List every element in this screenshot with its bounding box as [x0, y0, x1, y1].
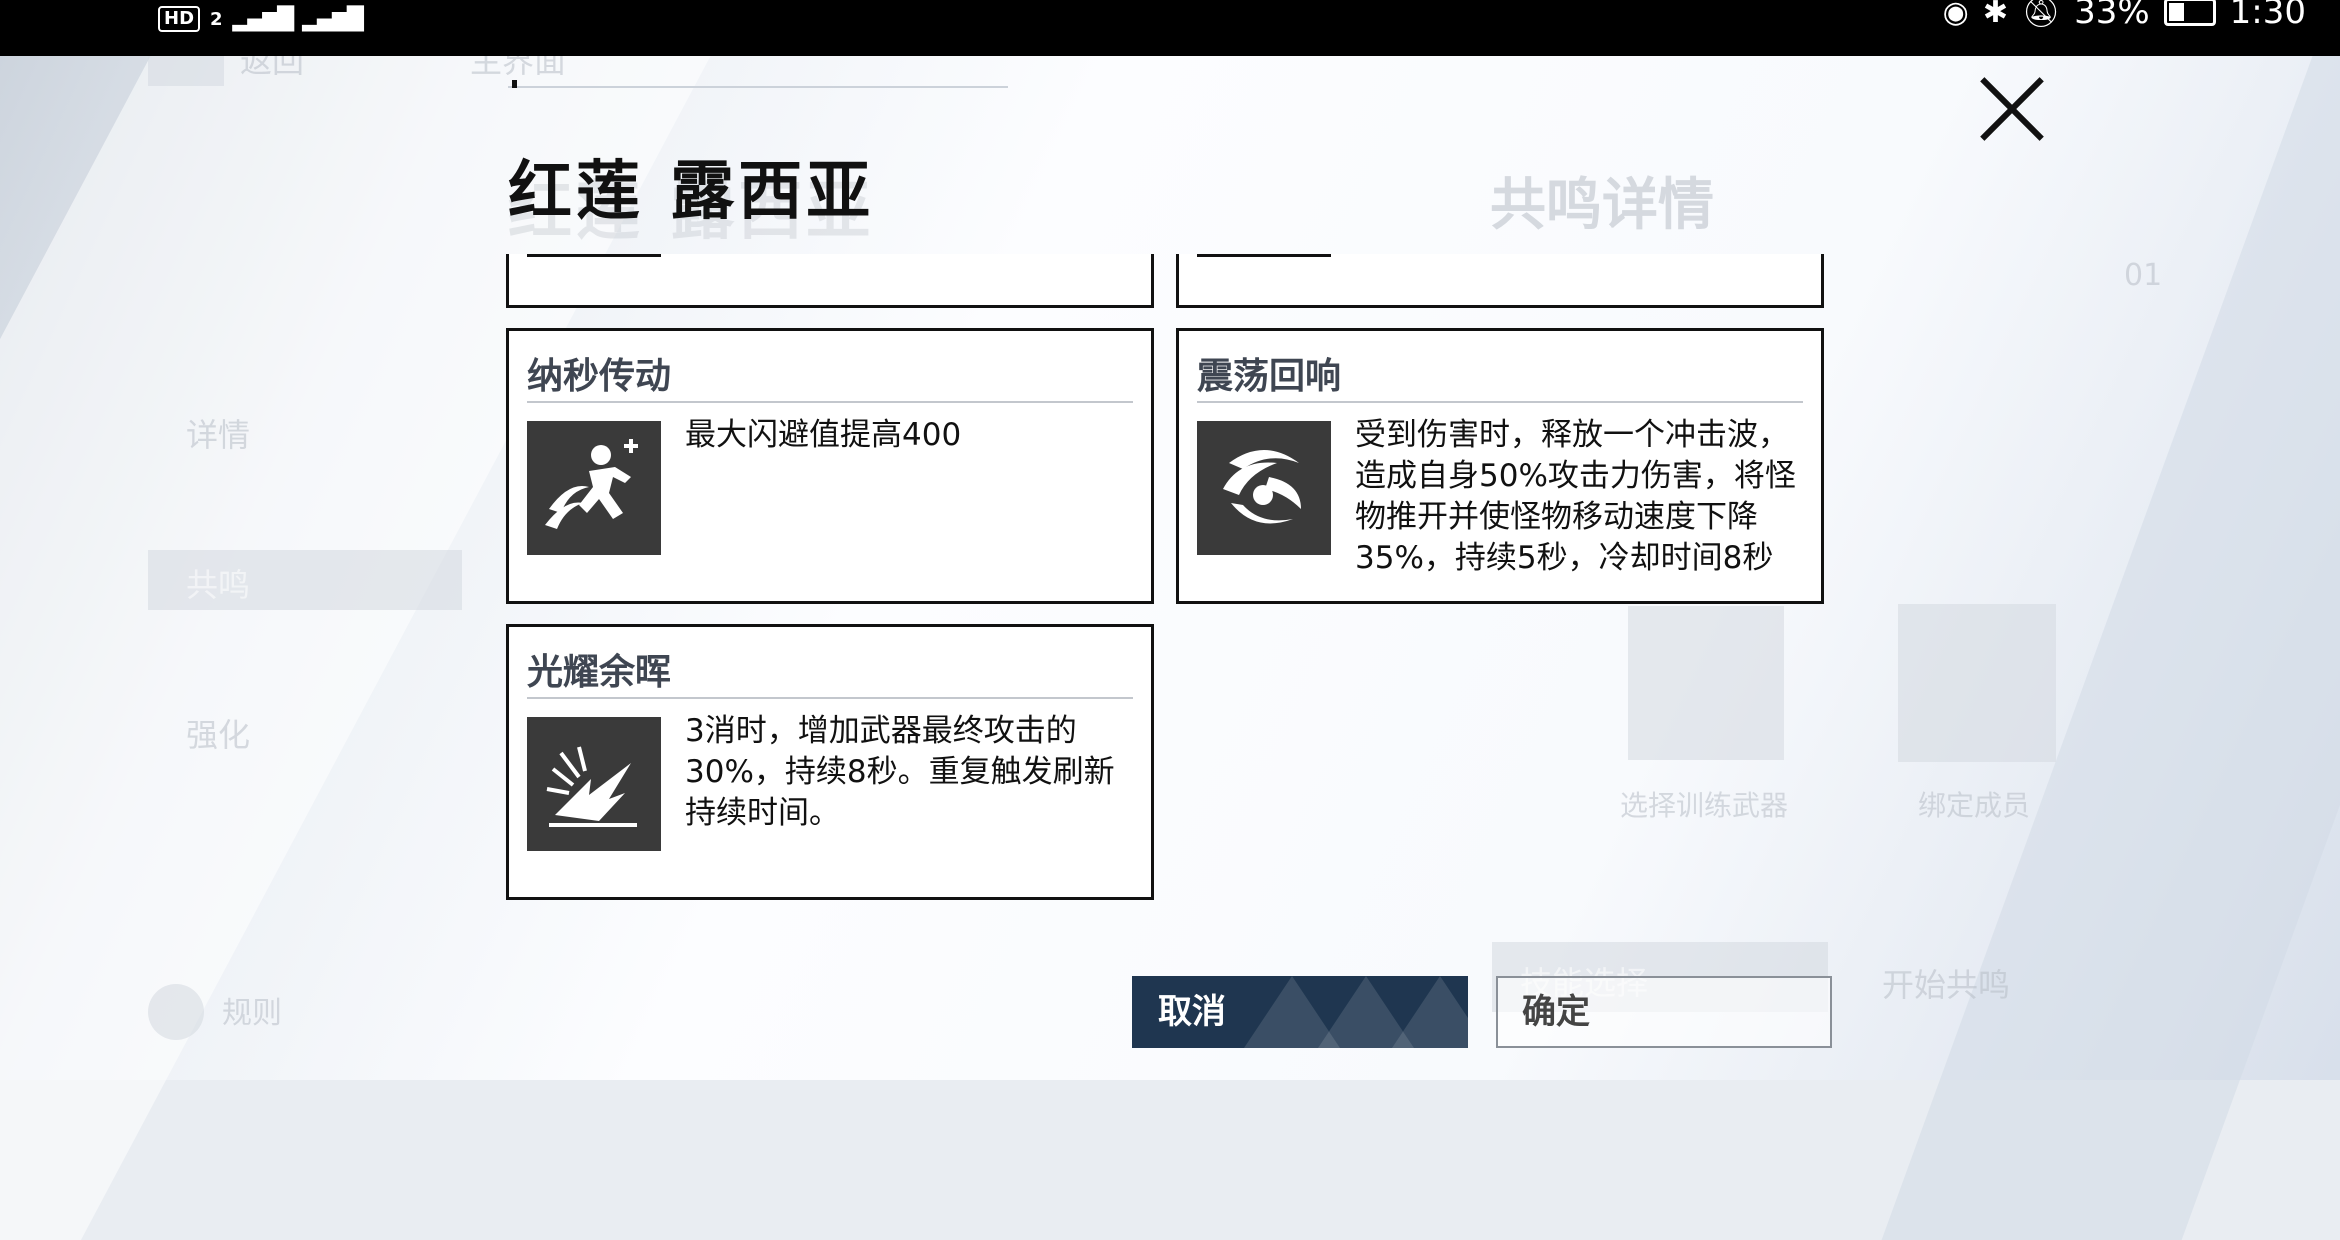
rules-label[interactable]: 规则	[222, 988, 282, 1032]
button-decoration	[1392, 976, 1468, 1048]
card-divider	[1197, 254, 1331, 257]
signal-icon-2: ▂▄▆█	[302, 6, 364, 32]
skill-title: 纳秒传动	[527, 356, 672, 397]
dodge-runner-icon	[527, 421, 661, 555]
modal-top-line	[508, 86, 1008, 88]
sidebar-item-enhance[interactable]: 强化	[186, 710, 250, 756]
sidebar-item-resonance[interactable]: 共鸣	[186, 560, 250, 606]
skill-card-partial-right	[1176, 254, 1824, 308]
burst-strike-icon	[527, 717, 661, 851]
modal-title: 红莲 露西亚	[508, 155, 875, 229]
skill-title: 光耀余晖	[527, 652, 672, 693]
sidebar-item-detail[interactable]: 详情	[186, 410, 250, 456]
cancel-button[interactable]: 取消	[1132, 976, 1468, 1048]
skill-description: 受到伤害时，释放一个冲击波，造成自身50%攻击力伤害，将怪物推开并使怪物移动速度…	[1355, 417, 1796, 576]
mute-bell-icon: 🔕︎	[2021, 0, 2061, 30]
skill-description: 最大闪避值提高400	[685, 417, 962, 453]
sim-slot: 2	[210, 8, 223, 30]
confirm-button[interactable]: 确定	[1496, 976, 1832, 1048]
cancel-label: 取消	[1158, 992, 1226, 1032]
modal-top-marker	[512, 80, 517, 88]
skill-card-shock-echo: 震荡回响 受到伤害时，释放一个冲击波，造成自身50%攻击力伤害，将怪物推开并使怪…	[1176, 328, 1824, 604]
skill-description: 3消时，增加武器最终攻击的30%，持续8秒。重复触发刷新持续时间。	[685, 713, 1115, 831]
confirm-label: 确定	[1522, 992, 1590, 1032]
bind-member-label: 绑定成员	[1918, 789, 2031, 822]
skill-card-radiant-afterglow: 光耀余晖 3消时，增加武器最终攻击的30%，持续8秒。重复触发刷新持续时间。	[506, 624, 1154, 900]
skill-card-partial-left	[506, 254, 1154, 308]
rules-icon[interactable]	[148, 984, 204, 1040]
card-divider	[527, 401, 1133, 403]
resonance-detail-title: 共鸣详情	[1490, 173, 1714, 238]
card-divider	[527, 697, 1133, 699]
battery-icon	[2163, 0, 2216, 26]
status-bar: HD 2 ▂▄▆█ ▂▄▆█ ◉ ✱ 🔕︎ 33% 1:30	[0, 0, 2340, 56]
bluetooth-icon: ✱	[1982, 0, 2008, 30]
close-button[interactable]	[1976, 74, 2048, 146]
select-weapon-label: 选择训练武器	[1620, 789, 1789, 822]
weapon-slot[interactable]	[1628, 606, 1784, 760]
start-resonance-label[interactable]: 开始共鸣	[1882, 960, 2010, 1006]
clock: 1:30	[2229, 0, 2306, 32]
card-divider	[527, 254, 661, 257]
skill-title: 震荡回响	[1197, 356, 1342, 397]
slot-number: 01	[2124, 258, 2163, 293]
skill-card-nanosecond-drive: 纳秒传动 最大闪避值提高400	[506, 328, 1154, 604]
hd-badge: HD	[158, 6, 201, 32]
signal-icon: ▂▄▆█	[232, 6, 295, 32]
eye-icon: ◉	[1942, 0, 1969, 30]
member-slot[interactable]	[1898, 604, 2056, 762]
card-divider	[1197, 401, 1803, 403]
battery-percent: 33%	[2074, 0, 2150, 32]
shockwave-icon	[1197, 421, 1331, 555]
